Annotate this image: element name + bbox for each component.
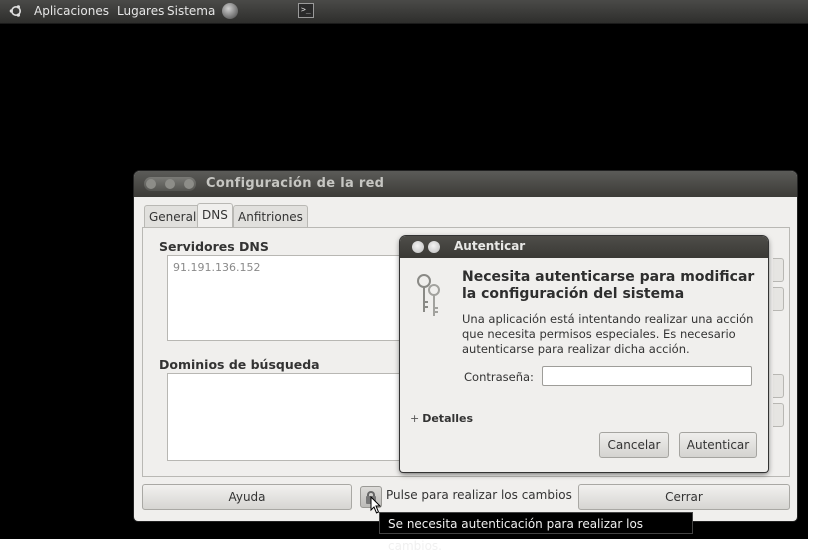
- search-domains-list[interactable]: [167, 373, 429, 461]
- dns-servers-label: Servidores DNS: [159, 239, 269, 254]
- help-button[interactable]: Ayuda: [142, 484, 352, 510]
- remove-domain-button[interactable]: [773, 403, 784, 427]
- dialog-title: Autenticar: [454, 239, 526, 253]
- details-expander[interactable]: + Detalles: [410, 412, 473, 425]
- password-field[interactable]: [542, 366, 752, 386]
- close-button[interactable]: Cerrar: [578, 484, 790, 510]
- keys-icon: [417, 274, 440, 316]
- menu-applications[interactable]: Aplicaciones: [34, 0, 109, 23]
- details-label: Detalles: [422, 412, 474, 425]
- maximize-icon[interactable]: [184, 179, 194, 189]
- cancel-button[interactable]: Cancelar: [599, 432, 669, 458]
- plus-icon: +: [410, 412, 420, 425]
- tooltip: Se necesita autenticación para realizar …: [379, 512, 693, 553]
- close-icon[interactable]: [412, 241, 424, 253]
- search-domains-label: Dominios de búsqueda: [159, 357, 320, 372]
- authenticate-button[interactable]: Autenticar: [679, 432, 757, 458]
- tab-general[interactable]: General: [144, 205, 202, 228]
- auth-heading: Necesita autenticarse para modificar la …: [462, 269, 755, 302]
- auth-description: Una aplicación está intentando realizar …: [462, 312, 754, 356]
- minimize-icon[interactable]: [165, 179, 175, 189]
- list-item[interactable]: 91.191.136.152: [173, 261, 260, 274]
- system-icon[interactable]: [222, 3, 238, 19]
- window-titlebar[interactable]: Configuración de la red: [134, 171, 797, 197]
- auth-dialog: Autenticar Necesita autenticarse para mo…: [400, 236, 768, 472]
- menu-places[interactable]: Lugares: [117, 0, 164, 23]
- close-icon[interactable]: [146, 179, 156, 189]
- minimize-icon[interactable]: [428, 241, 440, 253]
- password-label: Contraseña:: [464, 370, 534, 384]
- dns-servers-list[interactable]: 91.191.136.152: [167, 255, 429, 341]
- remove-dns-button[interactable]: [773, 287, 784, 311]
- window-controls: [144, 177, 196, 191]
- dialog-titlebar[interactable]: Autenticar: [400, 236, 768, 258]
- tab-dns[interactable]: DNS: [197, 203, 233, 228]
- ubuntu-logo-icon[interactable]: [9, 4, 23, 18]
- changes-label: Pulse para realizar los cambios: [386, 488, 572, 502]
- menu-system[interactable]: Sistema: [167, 0, 215, 23]
- add-domain-button[interactable]: [773, 374, 784, 398]
- top-panel: Aplicaciones Lugares Sistema >_: [0, 0, 808, 24]
- tab-hosts[interactable]: Anfitriones: [233, 205, 308, 228]
- terminal-icon[interactable]: >_: [298, 3, 314, 18]
- add-dns-button[interactable]: [773, 258, 784, 282]
- window-title: Configuración de la red: [206, 176, 385, 191]
